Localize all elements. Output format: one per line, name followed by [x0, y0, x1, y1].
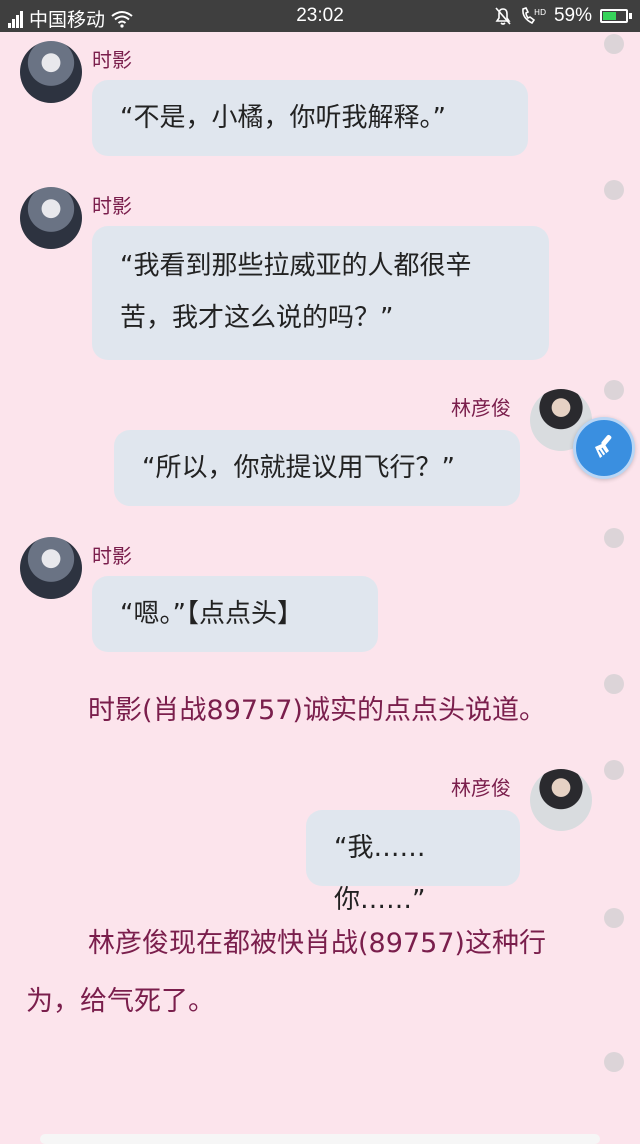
select-dot[interactable] — [604, 760, 624, 780]
bottom-input-edge — [40, 1134, 600, 1144]
narration-line: 为，给气死了。 — [26, 986, 215, 1017]
select-dot[interactable] — [604, 908, 624, 928]
broom-fab-button[interactable] — [573, 417, 635, 479]
hd-call-icon: HD — [520, 6, 546, 26]
status-bar: 中国移动 23:02 HD 59% — [0, 0, 640, 32]
select-dot[interactable] — [604, 180, 624, 200]
select-dot[interactable] — [604, 674, 624, 694]
sender-name: 时影 — [92, 544, 132, 568]
message-bubble[interactable]: “所以，你就提议用飞行？” — [114, 430, 520, 506]
narration-text: 时影(肖战89757)诚实的点点头说道。 — [88, 695, 546, 726]
broom-icon — [589, 431, 619, 465]
message-bubble[interactable]: “我看到那些拉威亚的人都很辛 苦，我才这么说的吗？” — [92, 226, 549, 360]
battery-percent: 59% — [553, 5, 592, 26]
select-dot[interactable] — [604, 1052, 624, 1072]
sender-name: 时影 — [92, 48, 132, 72]
select-dot[interactable] — [604, 528, 624, 548]
message-bubble[interactable]: “我……你……” — [306, 810, 520, 915]
svg-text:HD: HD — [534, 8, 546, 17]
message-bubble[interactable]: “不是，小橘，你听我解释。” — [92, 80, 528, 156]
message-bubble[interactable]: “嗯。”【点点头】 — [92, 576, 378, 652]
status-right: HD 59% — [494, 5, 632, 27]
mute-bell-icon — [494, 6, 512, 26]
sender-name: 林彦俊 — [451, 396, 511, 420]
avatar-shiying[interactable] — [20, 41, 82, 103]
avatar-shiying[interactable] — [20, 537, 82, 599]
select-dot[interactable] — [604, 380, 624, 400]
sender-name: 时影 — [92, 194, 132, 218]
battery-icon — [600, 9, 632, 23]
select-dot[interactable] — [604, 34, 624, 54]
avatar-shiying[interactable] — [20, 187, 82, 249]
avatar-linyanjun[interactable] — [530, 769, 592, 831]
sender-name: 林彦俊 — [451, 776, 511, 800]
narration-line: 林彦俊现在都被快肖战(89757)这种行 — [88, 928, 546, 959]
